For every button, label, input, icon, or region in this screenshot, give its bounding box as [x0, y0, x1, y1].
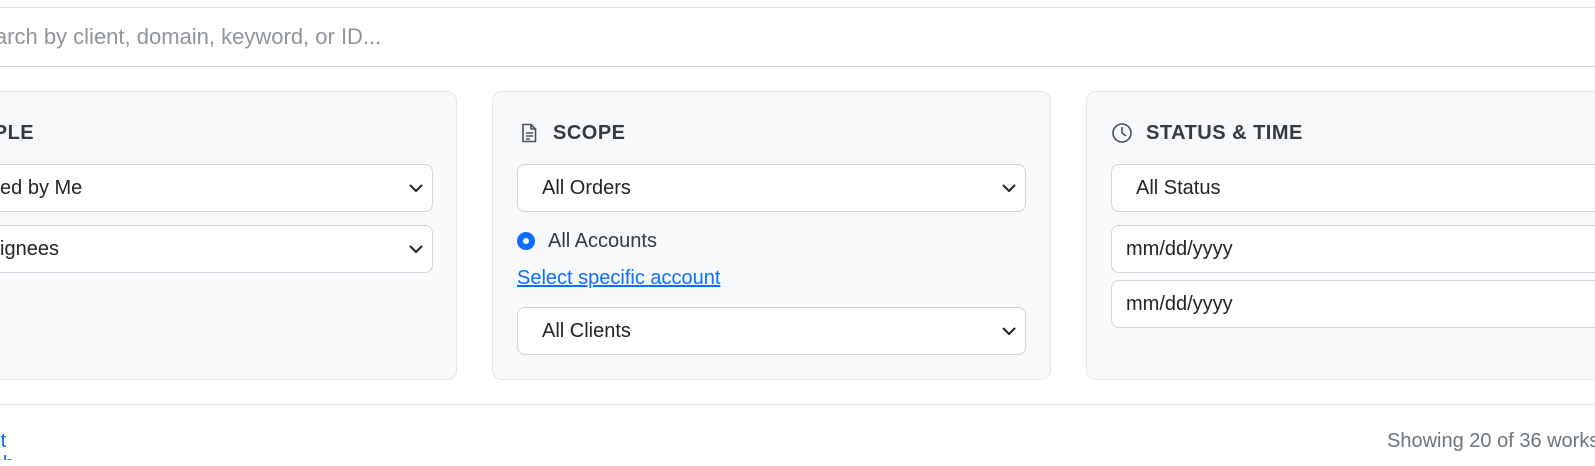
clients-select[interactable]: All Clients — [517, 307, 1026, 355]
status-time-card-header: STATUS & TIME — [1111, 120, 1303, 146]
date-from-input[interactable]: mm/dd/yyyy — [1111, 225, 1595, 273]
status-select-value: All Status — [1136, 176, 1221, 199]
status-time-filter-card: STATUS & TIME All Status mm/dd/yyyy mm/d… — [1086, 91, 1595, 380]
people-card-title: PEOPLE — [0, 121, 35, 144]
all-accounts-label: All Accounts — [548, 229, 657, 252]
status-time-card-title: STATUS & TIME — [1146, 121, 1303, 144]
results-count-clip: Showing 20 of 36 works — [1387, 420, 1595, 460]
scope-card-header: SCOPE — [518, 120, 626, 146]
people-card-header: PEOPLE — [0, 120, 34, 146]
chevron-down-icon — [409, 184, 423, 192]
document-icon — [518, 122, 540, 144]
clock-icon — [1111, 122, 1133, 144]
all-accounts-option[interactable]: All Accounts — [517, 228, 657, 254]
ownership-select-value: Assigned by Me — [0, 176, 83, 199]
date-from-placeholder: mm/dd/yyyy — [1126, 237, 1233, 260]
assignee-select-value: All Assignees — [0, 237, 59, 260]
divider — [0, 404, 1595, 405]
search-input[interactable] — [0, 8, 1595, 67]
ownership-select[interactable]: Assigned by Me — [0, 164, 433, 212]
chevron-down-icon — [1002, 327, 1016, 335]
select-specific-account-link[interactable]: Select specific account — [517, 267, 720, 290]
status-select[interactable]: All Status — [1111, 164, 1595, 212]
people-filter-card: PEOPLE Assigned by Me All Assignees — [0, 91, 457, 380]
reset-link-clip: Reset search — [0, 420, 14, 460]
order-filter-panel: PEOPLE Assigned by Me All Assignees — [0, 0, 1595, 466]
date-to-placeholder: mm/dd/yyyy — [1126, 292, 1233, 315]
all-accounts-radio[interactable] — [517, 232, 535, 250]
assignee-select[interactable]: All Assignees — [0, 225, 433, 273]
orders-select[interactable]: All Orders — [517, 164, 1026, 212]
reset-search-link[interactable]: Reset search — [0, 430, 14, 460]
orders-select-value: All Orders — [542, 176, 631, 199]
chevron-down-icon — [1002, 184, 1016, 192]
scope-filter-card: SCOPE All Orders All Accounts Select spe… — [492, 91, 1051, 380]
chevron-down-icon — [409, 245, 423, 253]
clients-select-value: All Clients — [542, 319, 631, 342]
scope-card-title: SCOPE — [553, 121, 626, 144]
date-to-input[interactable]: mm/dd/yyyy — [1111, 280, 1595, 328]
results-count: Showing 20 of 36 works — [1387, 430, 1595, 452]
